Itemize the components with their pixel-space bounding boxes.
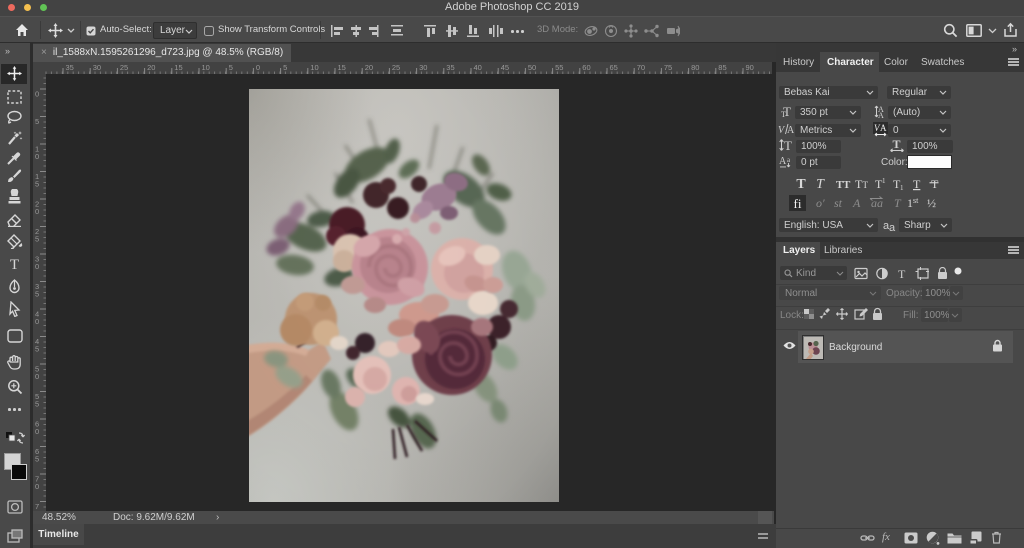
svg-text:0: 0 xyxy=(35,90,39,99)
svg-text:5: 5 xyxy=(283,63,287,72)
svg-text:A: A xyxy=(852,196,861,210)
svg-text:50: 50 xyxy=(528,63,536,72)
svg-text:1: 1 xyxy=(900,184,904,192)
svg-text:0: 0 xyxy=(35,262,39,271)
svg-text:35: 35 xyxy=(446,63,454,72)
svg-text:5: 5 xyxy=(35,400,39,409)
svg-text:35: 35 xyxy=(66,63,74,72)
svg-text:10: 10 xyxy=(310,63,318,72)
svg-text:0: 0 xyxy=(35,372,39,381)
svg-text:0: 0 xyxy=(35,317,39,326)
svg-text:5: 5 xyxy=(35,235,39,244)
svg-text:0: 0 xyxy=(35,207,39,216)
svg-text:0: 0 xyxy=(35,152,39,161)
svg-text:20: 20 xyxy=(147,63,155,72)
svg-text:T: T xyxy=(913,177,921,191)
svg-text:T: T xyxy=(898,267,906,280)
svg-text:T: T xyxy=(784,138,792,152)
svg-text:40: 40 xyxy=(474,63,482,72)
svg-text:15: 15 xyxy=(174,63,182,72)
svg-text:A: A xyxy=(779,156,787,167)
svg-text:1: 1 xyxy=(882,177,886,185)
svg-text:5: 5 xyxy=(35,455,39,464)
svg-text:60: 60 xyxy=(582,63,590,72)
svg-text:T: T xyxy=(893,138,901,151)
svg-text:25: 25 xyxy=(392,63,400,72)
svg-text:65: 65 xyxy=(610,63,618,72)
svg-text:T: T xyxy=(843,179,851,191)
svg-text:25: 25 xyxy=(120,63,128,72)
svg-text:75: 75 xyxy=(664,63,672,72)
svg-text:10: 10 xyxy=(202,63,210,72)
svg-text:V: V xyxy=(778,125,786,136)
svg-text:30: 30 xyxy=(419,63,427,72)
svg-text:15: 15 xyxy=(338,63,346,72)
svg-text:st: st xyxy=(834,196,843,210)
svg-text:T: T xyxy=(894,196,902,210)
svg-text:½: ½ xyxy=(927,196,936,210)
svg-text:T: T xyxy=(931,177,939,191)
svg-text:20: 20 xyxy=(365,63,373,72)
svg-text:5: 5 xyxy=(229,63,233,72)
svg-text:T: T xyxy=(796,177,806,192)
svg-text:0: 0 xyxy=(35,482,39,491)
svg-text:45: 45 xyxy=(501,63,509,72)
svg-text:st: st xyxy=(913,196,919,205)
svg-text:30: 30 xyxy=(93,63,101,72)
svg-text:A: A xyxy=(787,125,794,136)
svg-text:a: a xyxy=(889,222,896,232)
svg-text:T: T xyxy=(816,177,825,192)
svg-text:5: 5 xyxy=(35,345,39,354)
svg-text:55: 55 xyxy=(555,63,563,72)
svg-text:o′: o′ xyxy=(816,196,825,210)
svg-text:5: 5 xyxy=(35,117,39,126)
svg-text:fi: fi xyxy=(794,196,802,211)
svg-text:T: T xyxy=(863,180,869,190)
svg-text:0: 0 xyxy=(256,63,260,72)
svg-text:0: 0 xyxy=(35,427,39,436)
svg-text:T: T xyxy=(783,105,791,118)
svg-text:5: 5 xyxy=(35,180,39,189)
svg-text:T: T xyxy=(10,257,19,272)
svg-text:A: A xyxy=(878,111,884,119)
svg-text:90: 90 xyxy=(746,63,754,72)
svg-text:5: 5 xyxy=(35,290,39,299)
svg-text:85: 85 xyxy=(718,63,726,72)
svg-text:A: A xyxy=(880,123,887,133)
svg-text:a: a xyxy=(787,156,791,164)
svg-text:80: 80 xyxy=(691,63,699,72)
svg-text:70: 70 xyxy=(637,63,645,72)
